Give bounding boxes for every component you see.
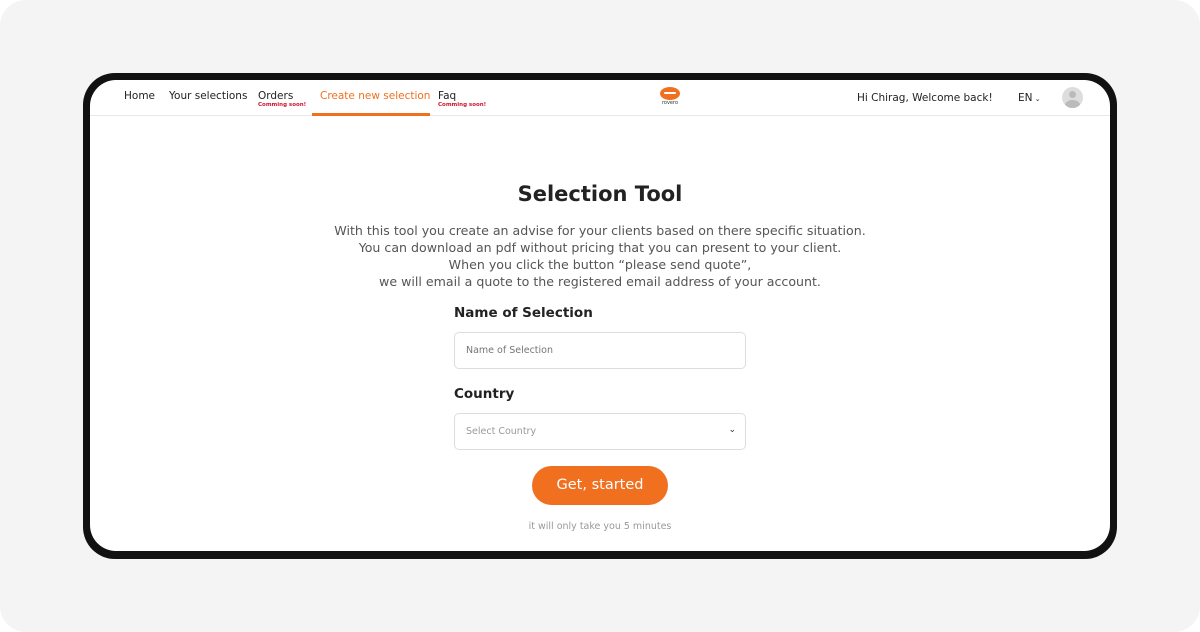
nav-label: Home (124, 90, 156, 102)
country-label: Country (454, 386, 515, 402)
chevron-down-icon: ⌄ (1032, 95, 1041, 103)
country-select[interactable]: Select Country ⌄ (454, 413, 746, 450)
country-placeholder: Select Country (466, 426, 537, 437)
selection-name-input[interactable] (454, 332, 746, 369)
nav-create-new-selection[interactable]: Create new selection (320, 90, 430, 102)
welcome-message: Hi Chirag, Welcome back! (857, 92, 993, 104)
nav-label: Faq (438, 90, 457, 102)
nav-faq[interactable]: Faq Comming soon! (438, 90, 486, 108)
logo-mark-icon (660, 87, 680, 100)
page-title: Selection Tool (517, 182, 683, 206)
nav-label: Your selections (169, 90, 248, 102)
description-line: When you click the button “please send q… (448, 257, 752, 272)
nav-label: Create new selection (320, 90, 431, 102)
language-label: EN (1018, 92, 1033, 104)
rovero-logo[interactable]: rovero (658, 87, 682, 106)
coming-soon-badge: Comming soon! (438, 102, 487, 108)
nav-label: Orders (258, 90, 294, 102)
app-screen: Home Your selections Orders Comming soon!… (90, 80, 1110, 551)
time-hint: it will only take you 5 minutes (528, 521, 672, 532)
top-nav: Home Your selections Orders Comming soon!… (90, 80, 1110, 116)
coming-soon-badge: Comming soon! (258, 102, 307, 108)
description-line: we will email a quote to the registered … (379, 274, 821, 289)
page-description: With this tool you create an advise for … (90, 222, 1110, 290)
name-label: Name of Selection (454, 305, 593, 321)
logo-text: rovero (661, 100, 679, 106)
nav-home[interactable]: Home (124, 90, 155, 102)
description-line: With this tool you create an advise for … (334, 223, 866, 238)
nav-orders[interactable]: Orders Comming soon! (258, 90, 306, 108)
active-tab-indicator (312, 113, 430, 116)
user-avatar[interactable] (1062, 87, 1083, 108)
language-selector[interactable]: EN ⌄ (1018, 92, 1041, 104)
chevron-down-icon: ⌄ (728, 425, 736, 435)
device-frame: Home Your selections Orders Comming soon!… (83, 73, 1117, 559)
description-line: You can download an pdf without pricing … (358, 240, 842, 255)
nav-your-selections[interactable]: Your selections (169, 90, 247, 102)
get-started-button[interactable]: Get, started (532, 466, 668, 505)
